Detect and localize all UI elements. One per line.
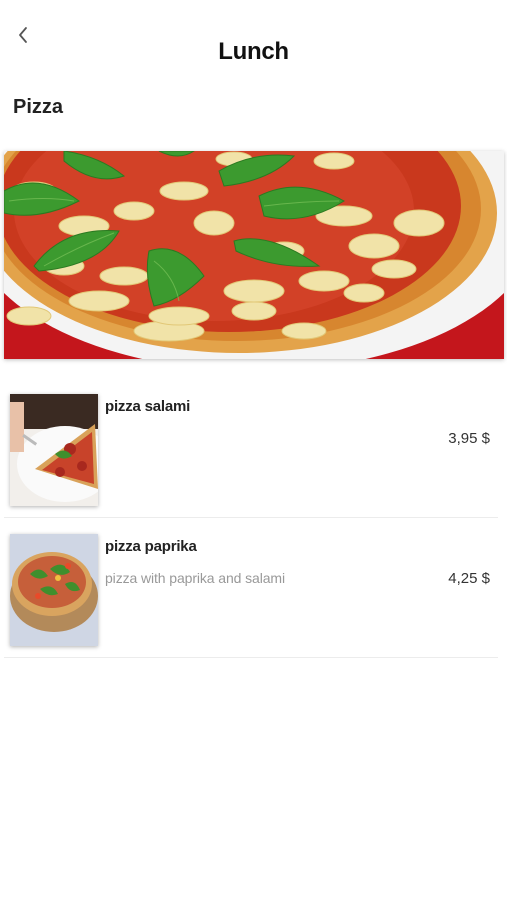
item-price: 4,25 $ — [448, 570, 490, 587]
item-price: 3,95 $ — [448, 430, 490, 447]
item-name: pizza paprika — [105, 538, 197, 555]
hero-image — [4, 151, 504, 359]
header: Lunch — [0, 0, 507, 90]
menu-item-pizza-salami[interactable]: pizza salami 3,95 $ — [4, 380, 498, 518]
item-description: pizza with paprika and salami — [105, 570, 285, 586]
page-title: Lunch — [218, 38, 289, 65]
item-name: pizza salami — [105, 398, 191, 415]
pizza-paprika-photo — [10, 534, 98, 646]
pizza-paprika-thumbnail — [10, 534, 98, 646]
pizza-image — [4, 151, 504, 359]
pizza-salami-photo — [10, 394, 98, 506]
menu-list: pizza salami 3,95 $ pizza paprika pizza … — [4, 380, 498, 658]
pizza-salami-thumbnail — [10, 394, 98, 506]
section-title: Pizza — [13, 96, 64, 118]
menu-item-pizza-paprika[interactable]: pizza paprika pizza with paprika and sal… — [4, 520, 498, 658]
